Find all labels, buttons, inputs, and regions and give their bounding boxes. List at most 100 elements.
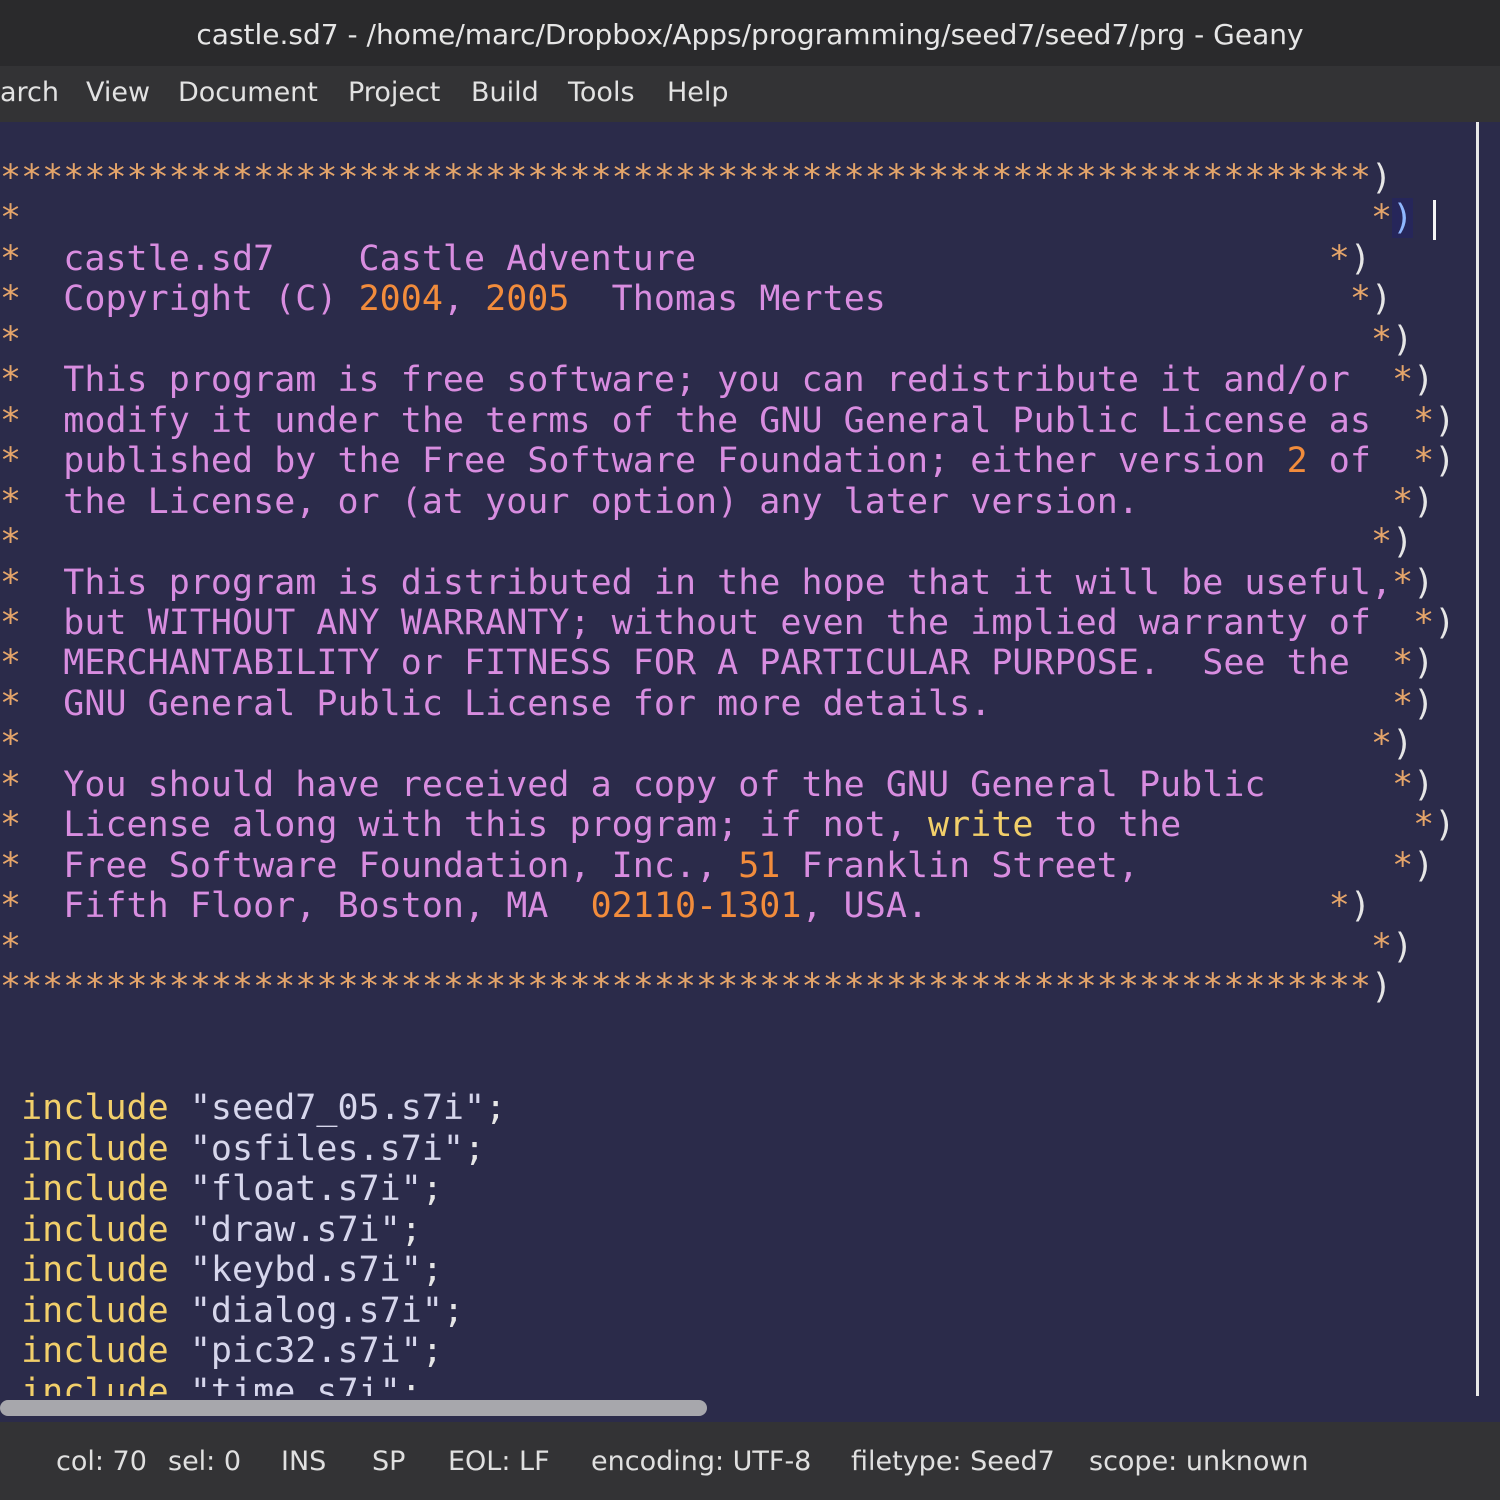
code-line[interactable]: * *) — [0, 198, 1414, 239]
code-token: ) — [1413, 643, 1435, 684]
code-token: ) — [1413, 683, 1435, 724]
code-line[interactable]: include "float.s7i"; — [0, 1169, 443, 1209]
code-token: * * — [0, 522, 1393, 563]
code-token: ) — [1349, 238, 1371, 279]
code-token: * * — [0, 926, 1393, 967]
code-token: * — [0, 643, 22, 684]
code-line[interactable]: include "osfiles.s7i"; — [0, 1129, 485, 1169]
status-encoding: encoding: UTF-8 — [591, 1446, 812, 1477]
code-editor[interactable]: ****************************************… — [0, 122, 1478, 1396]
code-token: * — [1392, 481, 1414, 522]
menu-project[interactable]: Project — [348, 75, 440, 110]
code-token: ; — [485, 1088, 507, 1129]
status-eol: EOL: LF — [448, 1446, 550, 1477]
code-line[interactable]: ****************************************… — [0, 967, 1392, 1007]
code-token: "dialog.s7i" — [189, 1290, 443, 1331]
code-line[interactable]: * Fifth Floor, Boston, MA 02110-1301, US… — [0, 886, 1371, 926]
code-line[interactable]: * the License, or (at your option) any l… — [0, 482, 1434, 522]
code-token: * — [1328, 238, 1350, 279]
code-line[interactable]: * *) — [0, 320, 1413, 360]
menu-search[interactable]: arch — [0, 75, 59, 110]
code-line[interactable]: * castle.sd7 Castle Adventure *) — [0, 239, 1371, 279]
code-token: * — [1392, 643, 1414, 684]
code-token: ; — [400, 1371, 422, 1397]
menu-help[interactable]: Help — [667, 75, 729, 110]
code-token: write — [928, 805, 1034, 846]
code-line[interactable]: include "dialog.s7i"; — [0, 1291, 464, 1331]
code-line[interactable]: include "time.s7i"; — [0, 1372, 422, 1397]
code-token: modify it under the terms of the GNU Gen… — [21, 400, 1414, 441]
code-token: * — [1392, 562, 1414, 603]
code-token: * — [1392, 845, 1414, 886]
code-line[interactable]: * *) — [0, 927, 1413, 967]
horizontal-scrollbar-thumb[interactable] — [0, 1400, 707, 1416]
code-line[interactable]: * but WITHOUT ANY WARRANTY; without even… — [0, 603, 1455, 643]
code-line[interactable]: * modify it under the terms of the GNU G… — [0, 401, 1455, 441]
window-title: castle.sd7 - /home/marc/Dropbox/Apps/pro… — [0, 0, 1500, 66]
code-line[interactable]: * You should have received a copy of the… — [0, 765, 1434, 805]
code-line[interactable]: include "draw.s7i"; — [0, 1210, 422, 1250]
code-line[interactable]: * *) — [0, 522, 1413, 562]
code-token: * — [0, 441, 22, 482]
code-line[interactable]: include "seed7_05.s7i"; — [0, 1088, 506, 1128]
code-token: include — [0, 1250, 169, 1291]
code-token: This program is free software; you can r… — [21, 360, 1393, 401]
code-token: * — [0, 360, 22, 401]
code-token: * — [0, 683, 22, 724]
code-token: "osfiles.s7i" — [189, 1128, 465, 1169]
code-line[interactable]: include "keybd.s7i"; — [0, 1250, 443, 1290]
code-token: Copyright (C) — [21, 279, 359, 320]
status-scope: scope: unknown — [1089, 1446, 1309, 1477]
code-token: 2005 — [485, 279, 570, 320]
code-token: Franklin Street, — [780, 845, 1393, 886]
code-line[interactable]: * published by the Free Software Foundat… — [0, 441, 1455, 481]
code-token: 02110-1301 — [590, 886, 802, 927]
code-line[interactable]: * GNU General Public License for more de… — [0, 684, 1434, 724]
editor-right-gutter — [1479, 122, 1500, 1396]
code-token: ; — [421, 1331, 443, 1372]
code-token: * — [1413, 400, 1435, 441]
menu-tools[interactable]: Tools — [568, 75, 635, 110]
code-token: * — [0, 481, 22, 522]
code-token: ****************************************… — [0, 967, 1371, 1007]
text-caret — [1433, 200, 1436, 240]
code-token: of — [1307, 441, 1414, 482]
code-line[interactable]: * Copyright (C) 2004, 2005 Thomas Mertes… — [0, 279, 1392, 319]
code-line[interactable]: * *) — [0, 724, 1413, 764]
code-token: Thomas Mertes — [569, 279, 1350, 320]
code-line[interactable]: * Free Software Foundation, Inc., 51 Fra… — [0, 846, 1434, 886]
code-token: * — [1413, 441, 1435, 482]
code-token: include — [0, 1088, 169, 1129]
code-token: * — [1413, 602, 1435, 643]
menu-document[interactable]: Document — [178, 75, 318, 110]
status-col: col: 70 — [56, 1446, 147, 1477]
code-token: ) — [1413, 481, 1435, 522]
code-token: , — [442, 279, 486, 320]
code-token: "float.s7i" — [189, 1169, 422, 1210]
menu-build[interactable]: Build — [471, 75, 539, 110]
status-ins: INS — [281, 1446, 327, 1477]
code-token: * — [0, 886, 22, 927]
code-token: include — [0, 1209, 169, 1250]
code-token: "seed7_05.s7i" — [189, 1088, 486, 1129]
code-line[interactable]: ****************************************… — [0, 158, 1392, 198]
code-token: "draw.s7i" — [189, 1209, 401, 1250]
code-line[interactable]: * This program is distributed in the hop… — [0, 563, 1434, 603]
code-line[interactable]: * License along with this program; if no… — [0, 805, 1455, 845]
code-token: include — [0, 1290, 169, 1331]
code-line[interactable]: include "pic32.s7i"; — [0, 1331, 443, 1371]
code-token: Fifth Floor, Boston, MA — [21, 886, 591, 927]
code-token: ) — [1392, 926, 1414, 967]
code-token: * — [0, 602, 22, 643]
code-line[interactable]: * This program is free software; you can… — [0, 360, 1434, 400]
code-line[interactable]: * MERCHANTABILITY or FITNESS FOR A PARTI… — [0, 643, 1434, 683]
code-token: include — [0, 1169, 169, 1210]
code-token: ; — [421, 1250, 443, 1291]
code-token: published by the Free Software Foundatio… — [21, 441, 1287, 482]
code-token: but WITHOUT ANY WARRANTY; without even t… — [21, 602, 1414, 643]
menu-view[interactable]: View — [86, 75, 150, 110]
code-token: * * — [0, 319, 1393, 360]
